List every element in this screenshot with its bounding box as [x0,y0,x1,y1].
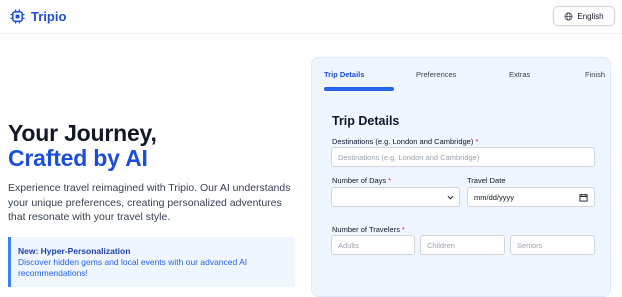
brand-name: Tripio [31,9,67,24]
days-label-text: Number of Days [332,176,387,185]
required-mark: * [402,225,405,234]
destinations-input[interactable]: Destinations (e.g. London and Cambridge) [331,147,595,167]
feature-callout: New: Hyper-Personalization Discover hidd… [8,237,295,287]
language-label: English [577,11,604,21]
wizard-steps: Trip Details Preferences Extras Finish [312,70,612,80]
tab-trip-details[interactable]: Trip Details [324,70,364,79]
tab-finish[interactable]: Finish [585,70,605,79]
tab-extras[interactable]: Extras [509,70,530,79]
seniors-placeholder: Seniors [517,240,543,250]
required-mark: * [388,176,392,185]
chip-icon [10,9,25,24]
required-mark: * [475,137,479,146]
callout-text: Discover hidden gems and local events wi… [18,257,248,278]
panel-title: Trip Details [332,114,400,128]
callout-title: New: Hyper-Personalization [18,246,131,256]
travelers-label-text: Number of Travelers [332,225,400,234]
brand-logo[interactable]: Tripio [10,9,66,24]
children-input[interactable]: Children [420,235,505,255]
tab-preferences[interactable]: Preferences [416,70,456,79]
hero-description: Experience travel reimagined with Tripio… [8,182,291,223]
step-progress-indicator [324,87,394,91]
days-select[interactable] [331,187,460,207]
travel-date-placeholder: mm/dd/yyyy [474,192,515,202]
top-nav: Tripio English [0,0,622,34]
destinations-label: Destinations (e.g. London and Cambridge)… [332,137,478,146]
seniors-input[interactable]: Seniors [510,235,595,255]
travel-date-input[interactable]: mm/dd/yyyy [467,187,595,207]
chevron-down-icon [447,195,454,200]
globe-icon [564,12,573,20]
language-selector[interactable]: English [553,6,615,26]
days-label: Number of Days * [332,176,391,185]
hero-title-line1: Your Journey, [8,120,157,146]
trip-wizard-panel: Trip Details Preferences Extras Finish T… [311,57,611,297]
travelers-label: Number of Travelers * [332,225,405,234]
calendar-icon[interactable] [579,193,588,202]
destinations-placeholder: Destinations (e.g. London and Cambridge) [338,152,480,162]
travel-date-label: Travel Date [467,176,506,185]
hero-title: Your Journey, Crafted by AI [8,121,157,171]
destinations-label-text: Destinations (e.g. London and Cambridge) [332,137,474,146]
hero-title-line2: Crafted by AI [8,145,148,171]
children-placeholder: Children [427,240,455,250]
adults-input[interactable]: Adults [331,235,415,255]
adults-placeholder: Adults [338,240,359,250]
